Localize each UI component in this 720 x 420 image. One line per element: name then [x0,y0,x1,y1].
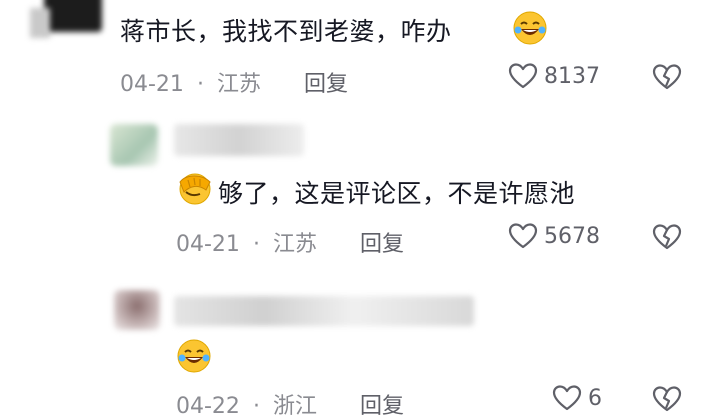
reply-button[interactable]: 回复 [360,388,404,420]
comment-text: 够了，这是评论区，不是许愿池 [218,179,576,208]
laughing-emoji-icon [512,10,548,46]
laughing-emoji-icon [176,338,212,374]
facepalm-emoji-icon [176,170,214,206]
comment-date: 04-21 [120,72,184,97]
like-button[interactable]: 5678 [508,222,600,250]
comment-meta: 04-21 · 江苏 [176,226,317,258]
avatar[interactable] [114,290,160,330]
like-count: 8137 [544,63,600,89]
like-count: 6 [588,385,602,411]
dislike-broken-heart-icon[interactable] [652,385,682,413]
reply-button[interactable]: 回复 [304,66,348,98]
meta-separator: · [252,232,260,257]
comment-meta: 04-22 · 浙江 [176,388,317,420]
avatar[interactable] [110,124,158,166]
like-count: 5678 [544,223,600,249]
comment-location: 浙江 [272,394,317,419]
dislike-broken-heart-icon[interactable] [652,63,682,91]
reply-button[interactable]: 回复 [360,226,404,258]
heart-icon [508,62,538,90]
meta-separator: · [196,72,204,97]
comment-meta: 04-21 · 江苏 [120,66,261,98]
comment-date: 04-22 [176,394,240,419]
username-redacted [174,124,304,156]
like-button[interactable]: 6 [552,384,602,412]
username-redacted [174,296,474,326]
avatar[interactable] [44,0,102,32]
comment-text: 蒋市长，我找不到老婆，咋办 [120,17,452,46]
avatar-edge [30,8,50,38]
meta-separator: · [252,394,260,419]
dislike-broken-heart-icon[interactable] [652,223,682,251]
comment-location: 江苏 [216,72,261,97]
like-button[interactable]: 8137 [508,62,600,90]
comment-location: 江苏 [272,232,317,257]
heart-icon [508,222,538,250]
heart-icon [552,384,582,412]
comment-date: 04-21 [176,232,240,257]
